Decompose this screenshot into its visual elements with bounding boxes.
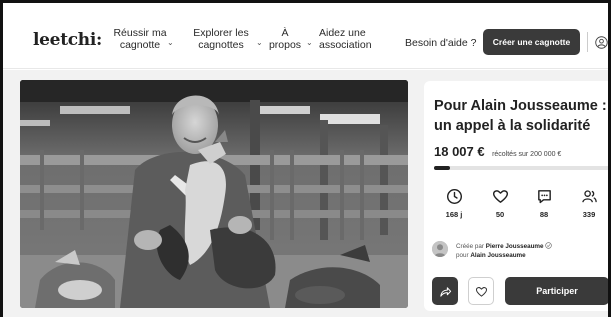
share-button[interactable]	[432, 277, 458, 305]
farmer-with-goat-image	[20, 80, 408, 308]
participants-icon	[581, 190, 597, 203]
leetchi-logo[interactable]: leetchi:	[33, 30, 102, 50]
nav-label-line1: Explorer les	[193, 27, 249, 39]
creator-avatar[interactable]	[432, 241, 448, 257]
stat-value: 168 j	[445, 210, 463, 219]
creator-line: Créée par Pierre Jousseaume	[456, 242, 553, 251]
campaign-title: Pour Alain Jousseaume : un appel à la so…	[434, 98, 607, 134]
verified-badge-icon	[545, 242, 553, 249]
nav-label-line1: À	[281, 27, 289, 39]
top-header: leetchi: Réussir ma cagnotte ⌄ Explorer …	[3, 3, 608, 69]
nav-label-line2: association	[319, 39, 372, 51]
user-account-icon[interactable]	[595, 36, 608, 49]
nav-label-line2: propos	[268, 39, 302, 51]
chevron-down-icon: ⌄	[167, 38, 174, 47]
nav-label-line2: cagnottes	[198, 39, 244, 51]
beneficiary-name[interactable]: Alain Jousseaume	[470, 252, 525, 259]
campaign-photo	[20, 80, 408, 308]
nav-a-propos[interactable]: À propos ⌄	[265, 27, 313, 51]
chevron-down-icon: ⌄	[256, 38, 263, 47]
share-icon	[440, 287, 452, 297]
amount-raised: 18 007 € récoltés sur 200 000 €	[434, 143, 561, 161]
heart-icon	[475, 287, 488, 297]
avatar-image	[432, 241, 448, 257]
stat-likes[interactable]: 50	[480, 188, 520, 219]
stat-participants[interactable]: 339	[569, 188, 608, 219]
browser-frame: leetchi: Réussir ma cagnotte ⌄ Explorer …	[0, 0, 611, 317]
raised-goal-text: récoltés sur 200 000 €	[492, 151, 562, 158]
create-cagnotte-button[interactable]: Créer une cagnotte	[483, 29, 580, 55]
header-divider	[587, 32, 588, 52]
heart-icon	[492, 190, 508, 203]
clock-icon	[446, 188, 462, 205]
help-link[interactable]: Besoin d'aide ?	[405, 37, 476, 49]
raised-amount: 18 007 €	[434, 144, 485, 159]
campaign-main: Pour Alain Jousseaume : un appel à la so…	[3, 70, 608, 317]
participate-button[interactable]: Participer	[505, 277, 608, 305]
stat-value: 339	[582, 210, 596, 219]
chevron-down-icon: ⌄	[306, 38, 313, 47]
stat-value: 88	[539, 210, 549, 219]
comment-icon	[537, 190, 551, 204]
stat-days-remaining: 168 j	[434, 188, 474, 219]
progress-bar	[434, 166, 608, 170]
beneficiary-line: pour Alain Jousseaume	[456, 251, 552, 260]
stat-comments[interactable]: 88	[524, 188, 564, 219]
nav-reussir-ma-cagnotte[interactable]: Réussir ma cagnotte ⌄	[101, 27, 179, 51]
nav-label-line1: Aidez une	[319, 27, 366, 39]
progress-fill	[434, 166, 450, 170]
creator-name[interactable]: Pierre Jousseaume	[486, 243, 544, 250]
stat-value: 50	[495, 210, 505, 219]
nav-aidez-une-association[interactable]: Aidez une association	[319, 27, 379, 51]
created-by-prefix: Créée par	[456, 243, 485, 250]
campaign-info-card: Pour Alain Jousseaume : un appel à la so…	[424, 81, 608, 311]
like-button[interactable]	[468, 277, 494, 305]
nav-explorer-les-cagnottes[interactable]: Explorer les cagnottes ⌄	[181, 27, 263, 51]
creator-lines: Créée par Pierre Jousseaume pour Alain J…	[456, 242, 553, 260]
beneficiary-prefix: pour	[456, 252, 469, 259]
